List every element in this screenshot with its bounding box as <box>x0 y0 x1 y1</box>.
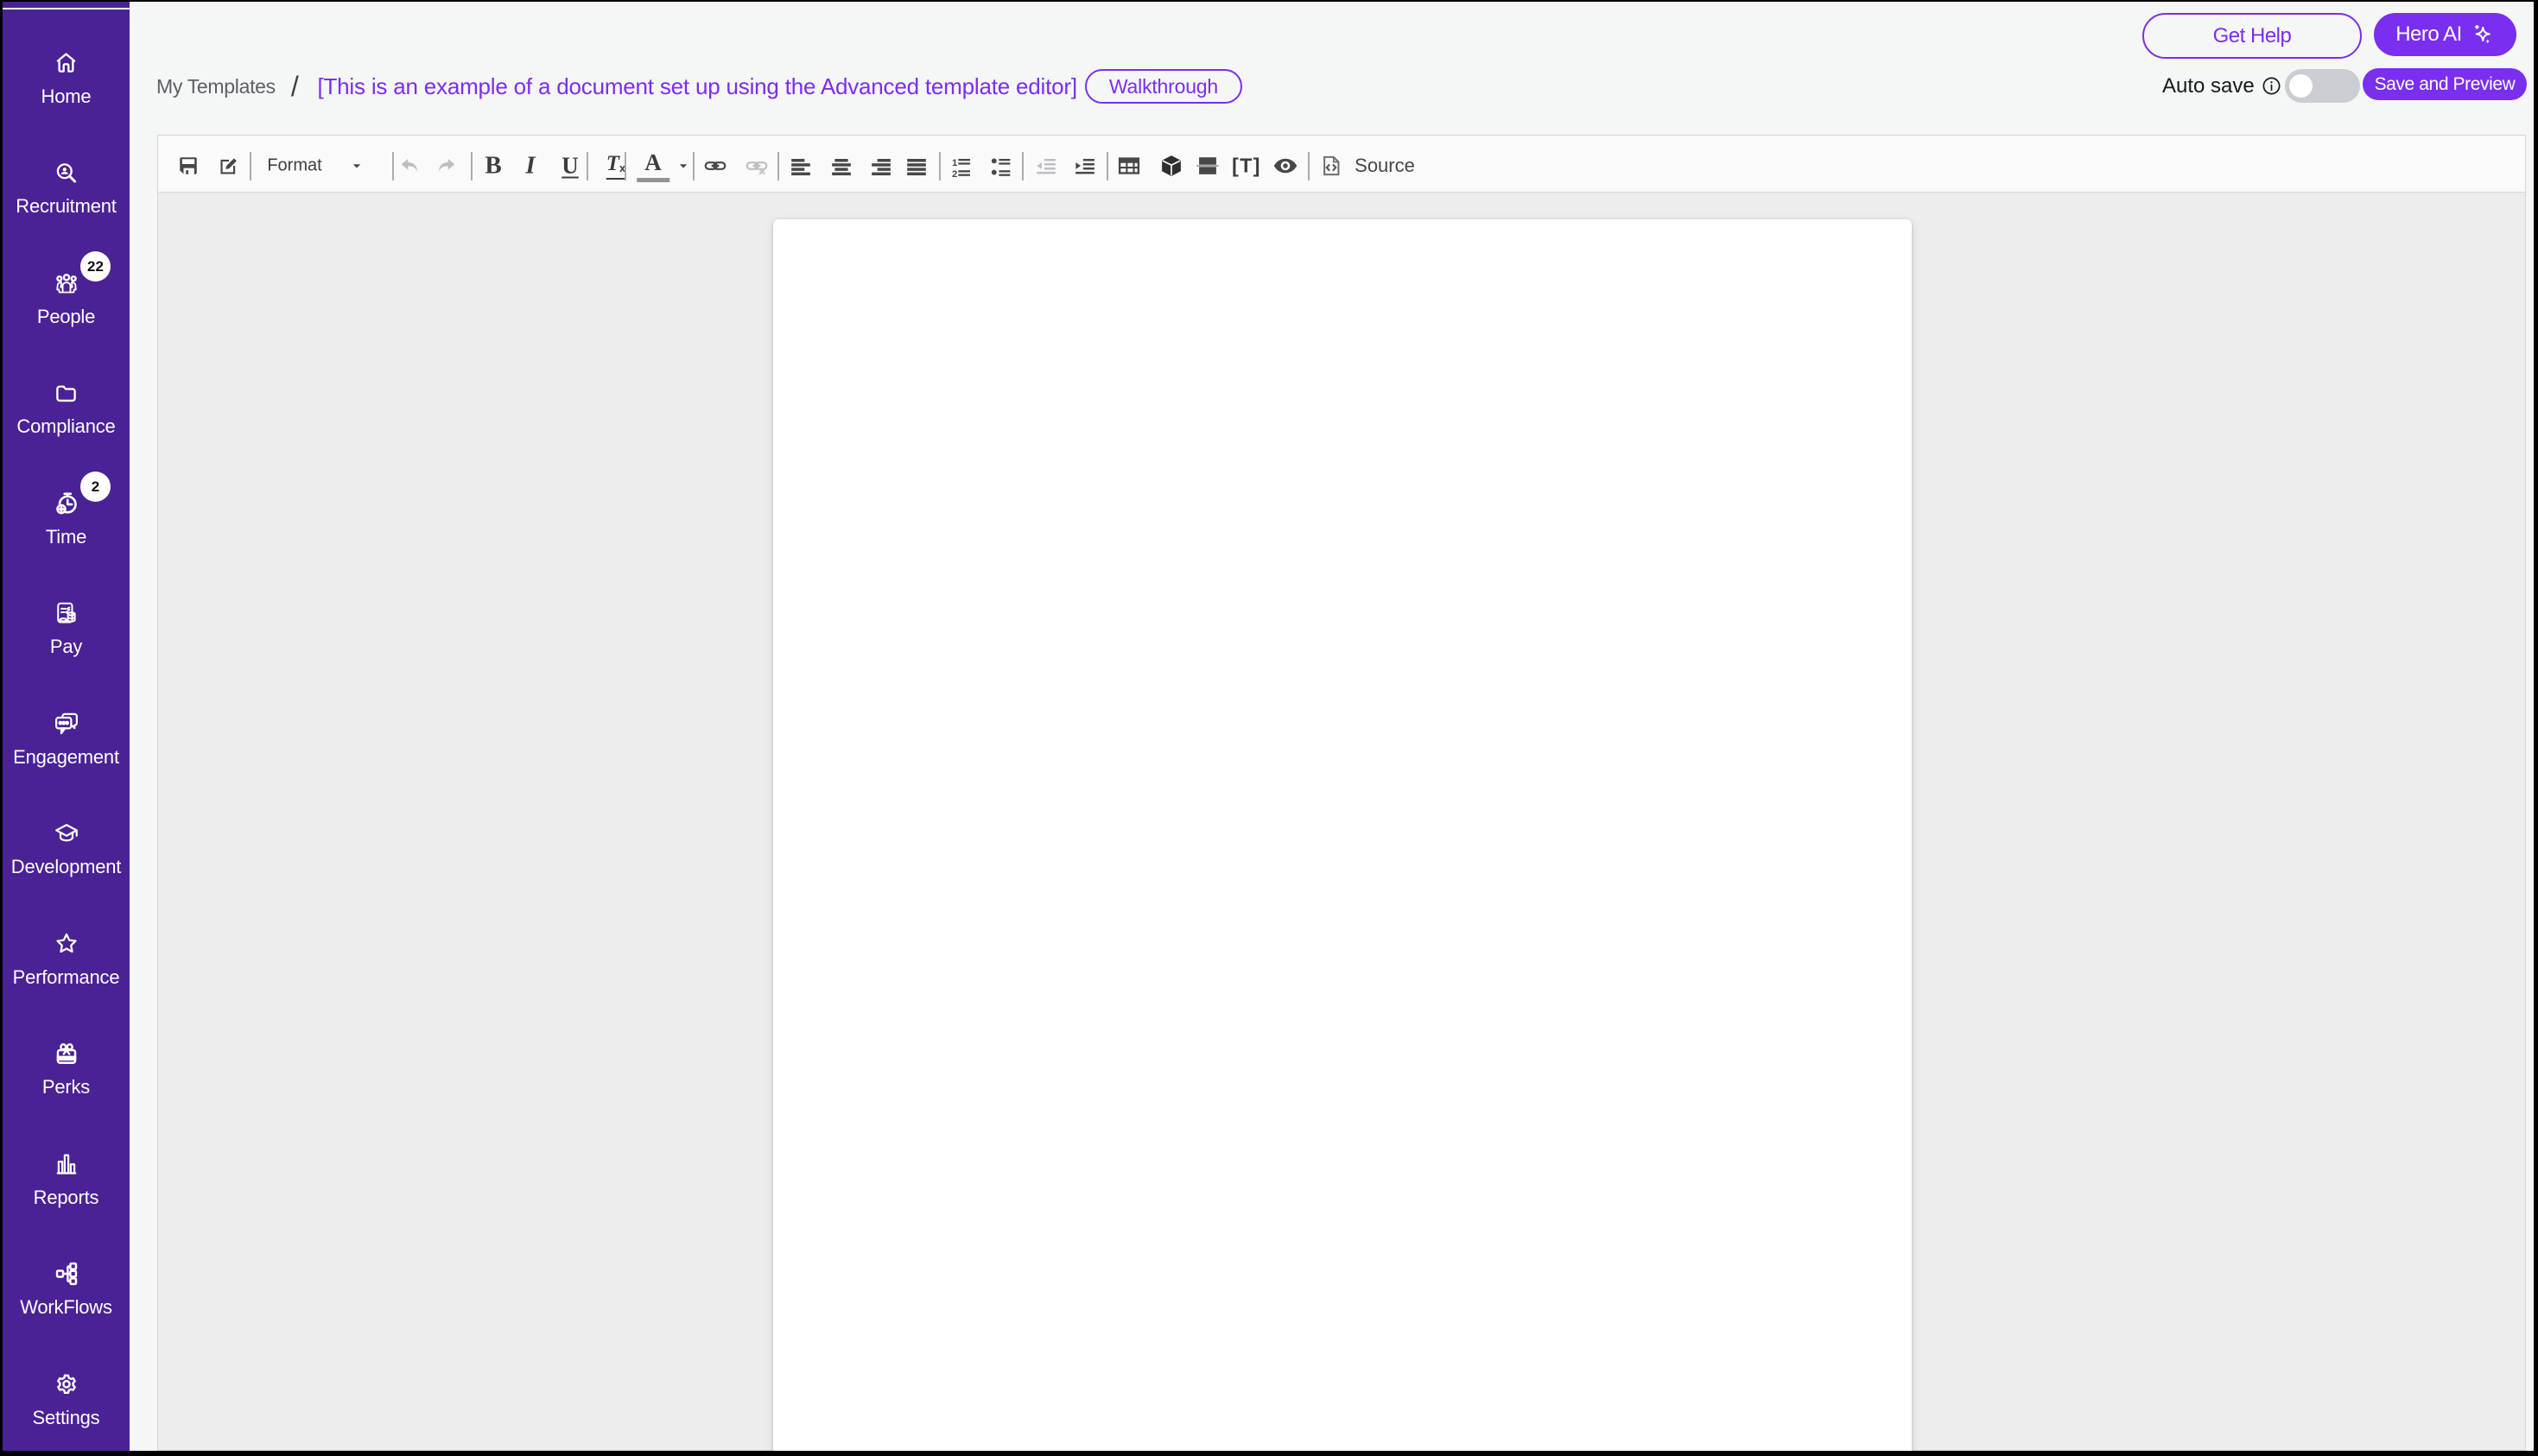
svg-text:2: 2 <box>952 169 957 177</box>
svg-text:1: 1 <box>952 158 957 168</box>
